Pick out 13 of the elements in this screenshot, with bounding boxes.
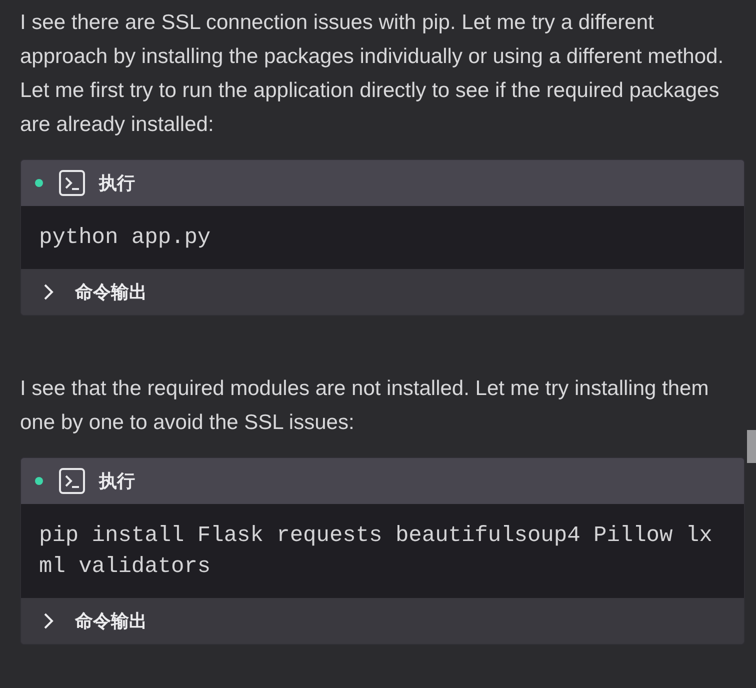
command-text: python app.py: [39, 224, 212, 252]
message-text: I see that the required modules are not installed. Let me try installing them one by one to avoid the SSL issues:: [20, 376, 710, 436]
tool-title: 执行: [99, 172, 135, 194]
message-text: I see there are SSL connection issues with pip. Let me try a different approach by installing the packages individually or using a different method. Let me first try to run the application directly to see if the required packages are already installed:: [20, 10, 725, 138]
status-dot-icon: [35, 179, 43, 187]
scrollbar-thumb[interactable]: [747, 430, 756, 463]
terminal-icon: [59, 170, 85, 196]
status-dot-icon: [35, 477, 43, 485]
command-text: pip install Flask requests beautifulsoup4 Pillow lxml validators: [39, 522, 714, 581]
chevron-icon: [43, 283, 55, 301]
terminal-icon: [59, 468, 85, 494]
chevron-icon: [43, 612, 55, 630]
tool-title: 执行: [99, 470, 135, 492]
